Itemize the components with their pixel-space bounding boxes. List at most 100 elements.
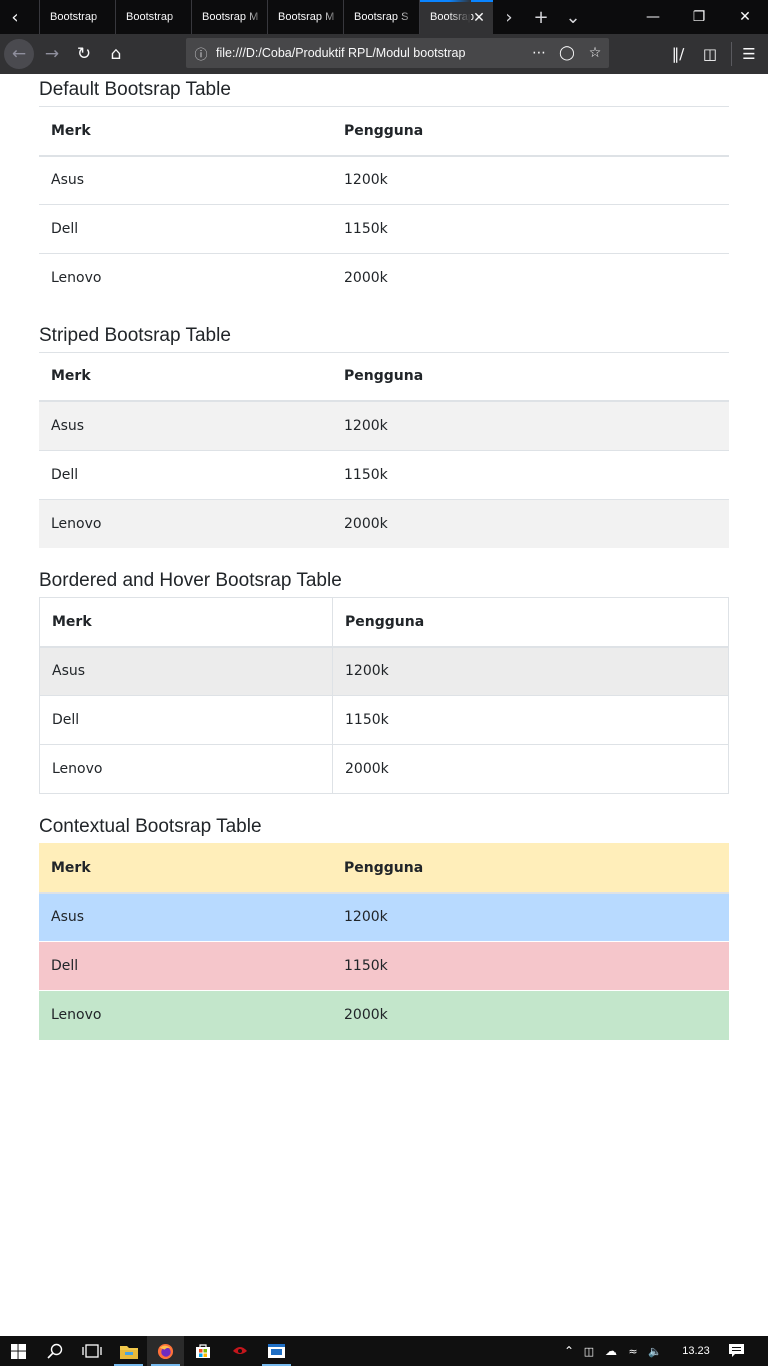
table-cell: 1150k [332, 941, 729, 991]
toolbar-divider [731, 42, 732, 66]
table-cell: 2000k [332, 498, 729, 548]
contextual-table-section: Contextual Bootsrap Table Merk Pengguna … [39, 811, 729, 1040]
library-icon[interactable]: ‖∕ [662, 38, 694, 70]
close-window-icon[interactable]: ✕ [722, 0, 768, 34]
table-cell: Dell [39, 204, 332, 254]
table-cell: Dell [39, 695, 333, 745]
new-tab-icon[interactable]: + [525, 0, 557, 34]
bordered-table-section: Bordered and Hover Bootsrap Table Merk P… [39, 565, 729, 794]
scroll-tabs-left-icon[interactable]: ‹ [0, 0, 30, 34]
column-header: Merk [39, 106, 332, 157]
table-cell: Lenovo [39, 253, 332, 303]
reload-icon[interactable]: ↻ [68, 38, 100, 70]
store-icon[interactable] [184, 1336, 221, 1366]
table-cell: Asus [39, 892, 332, 942]
tab-bar: ‹ Bootstrap Bootstrap Bootsrap M Bootsra… [0, 0, 768, 34]
table-header-row: Merk Pengguna [39, 597, 729, 648]
tab-4[interactable]: Bootsrap M [267, 0, 343, 34]
page-content: Default Bootsrap Table Merk Pengguna Asu… [39, 74, 729, 1057]
search-icon[interactable] [36, 1336, 73, 1366]
table-cell: 1200k [332, 646, 729, 696]
volume-icon[interactable]: 🔈 [644, 1345, 666, 1358]
contextual-table: Merk Pengguna Asus 1200k Dell 1150k Lenovo… [39, 843, 729, 1040]
default-table: Merk Pengguna Asus 1200k Dell 1150k Lenovo… [39, 106, 729, 303]
home-icon[interactable]: ⌂ [100, 38, 132, 70]
table-cell: 1150k [332, 695, 729, 745]
taskbar: ⌃ ◫ ☁ ≈ 🔈 13.23 [0, 1336, 768, 1366]
wifi-icon[interactable]: ≈ [622, 1345, 644, 1358]
list-all-tabs-icon[interactable]: ⌄ [557, 0, 589, 34]
table-cell: 2000k [332, 253, 729, 303]
start-windows-icon[interactable] [0, 1336, 36, 1366]
column-header: Merk [39, 597, 333, 648]
tab-close-icon[interactable]: ✕ [471, 9, 487, 25]
table-cell: Lenovo [39, 498, 332, 548]
tab-5[interactable]: Bootsrap S [343, 0, 419, 34]
minimize-icon[interactable]: — [630, 0, 676, 34]
table-cell: 1200k [332, 400, 729, 450]
column-header: Merk [39, 351, 332, 402]
table-cell: 1200k [332, 892, 729, 942]
table-row-success: Lenovo 2000k [39, 990, 729, 1040]
table-row: Asus 1200k [39, 155, 729, 205]
page-actions-icon[interactable]: ⋯ [525, 45, 553, 61]
onedrive-cloud-icon[interactable]: ☁ [600, 1344, 622, 1358]
tab-active[interactable]: Bootsrap✕ [419, 0, 493, 34]
battery-icon[interactable]: ◫ [578, 1345, 600, 1358]
system-tray: ⌃ ◫ ☁ ≈ 🔈 [560, 1336, 666, 1366]
pocket-icon[interactable]: ◯ [553, 45, 581, 61]
table-row: Dell 1150k [39, 204, 729, 254]
table-cell: 2000k [332, 744, 729, 794]
tab-3[interactable]: Bootsrap M [191, 0, 267, 34]
bordered-hover-table: Merk Pengguna Asus 1200k Dell 1150k Lenovo… [39, 597, 729, 794]
tab-1[interactable]: Bootstrap [39, 0, 115, 34]
table-title: Striped Bootsrap Table [39, 324, 231, 346]
tab-label: Bootstrap [126, 11, 174, 23]
navigation-bar: ← → ↻ ⌂ ⓘ file:///D:/Coba/Produktif RPL/… [0, 34, 768, 74]
sidebar-icon[interactable]: ◫ [694, 38, 726, 70]
bookmark-star-icon[interactable]: ☆ [581, 45, 609, 61]
table-cell: Asus [39, 400, 332, 450]
table-row-danger: Dell 1150k [39, 941, 729, 991]
task-view-icon[interactable] [73, 1336, 110, 1366]
table-cell: 1150k [332, 204, 729, 254]
forward-arrow-icon[interactable]: → [36, 38, 68, 70]
editor-app-icon[interactable] [258, 1336, 295, 1366]
back-arrow-icon[interactable]: ← [4, 39, 34, 69]
table-cell: 1150k [332, 449, 729, 499]
tab-label: Bootstrap [50, 11, 98, 23]
url-bar[interactable]: ⓘ file:///D:/Coba/Produktif RPL/Modul bo… [186, 38, 609, 68]
default-table-section: Default Bootsrap Table Merk Pengguna Asu… [39, 74, 729, 303]
striped-table: Merk Pengguna Asus 1200k Dell 1150k Lenovo… [39, 351, 729, 548]
restore-icon[interactable]: ❐ [676, 0, 722, 34]
table-row-primary: Asus 1200k [39, 892, 729, 942]
file-explorer-icon[interactable] [110, 1336, 147, 1366]
clock[interactable]: 13.23 [676, 1336, 716, 1366]
table-cell: Dell [39, 941, 332, 991]
table-cell: Asus [39, 646, 333, 696]
table-row[interactable]: Lenovo 2000k [39, 744, 729, 794]
firefox-icon[interactable] [147, 1336, 184, 1366]
table-row: Asus 1200k [39, 400, 729, 450]
action-center-icon[interactable] [724, 1336, 748, 1366]
table-row-hovered[interactable]: Asus 1200k [39, 646, 729, 696]
tab-2[interactable]: Bootstrap [115, 0, 191, 34]
column-header: Pengguna [332, 843, 729, 894]
site-info-icon[interactable]: ⓘ [186, 44, 216, 63]
scroll-tabs-right-icon[interactable]: › [493, 0, 525, 34]
red-app-icon[interactable] [221, 1336, 258, 1366]
column-header: Merk [39, 843, 332, 894]
menu-icon[interactable]: ☰ [733, 38, 765, 70]
table-row: Lenovo 2000k [39, 498, 729, 548]
table-row: Dell 1150k [39, 449, 729, 499]
table-row[interactable]: Dell 1150k [39, 695, 729, 745]
table-row: Lenovo 2000k [39, 253, 729, 303]
table-header-row: Merk Pengguna [39, 351, 729, 402]
show-hidden-icons-icon[interactable]: ⌃ [560, 1344, 578, 1358]
table-header-row-warning: Merk Pengguna [39, 843, 729, 894]
table-header-row: Merk Pengguna [39, 106, 729, 157]
url-text[interactable]: file:///D:/Coba/Produktif RPL/Modul boot… [216, 46, 525, 60]
table-title: Contextual Bootsrap Table [39, 816, 262, 837]
table-title: Bordered and Hover Bootsrap Table [39, 570, 342, 591]
column-header: Pengguna [332, 106, 729, 157]
